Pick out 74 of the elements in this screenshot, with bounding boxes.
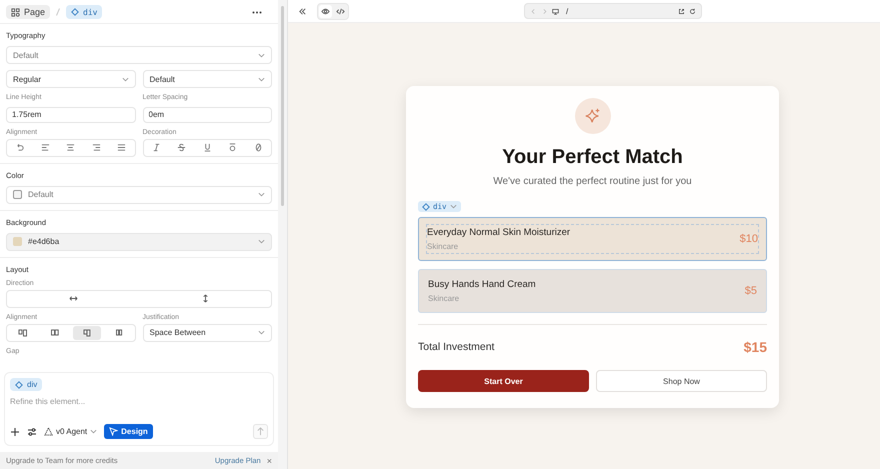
plus-icon[interactable] (10, 426, 20, 436)
more-icon[interactable] (250, 8, 264, 16)
url-path: / (566, 6, 568, 16)
product-name: Busy Hands Hand Cream (428, 279, 537, 290)
chevron-down-icon (258, 192, 265, 197)
view-mode-button[interactable] (319, 4, 332, 18)
code-icon (336, 6, 345, 16)
breadcrumb-item[interactable]: Page (6, 5, 50, 19)
chevron-down-icon (450, 204, 457, 209)
product-name: Everyday Normal Skin Moisturizer (427, 227, 572, 238)
horizontal-arrow-icon[interactable] (68, 294, 78, 303)
product-category: Skincare (427, 242, 460, 251)
chevron-down-icon (258, 239, 265, 244)
no-decoration-icon[interactable] (254, 143, 263, 152)
color-swatch (13, 237, 22, 246)
color-swatch (13, 190, 22, 199)
italic-icon[interactable] (152, 143, 161, 152)
vertical-arrow-icon[interactable] (200, 294, 210, 303)
design-mode-button[interactable]: Design (104, 424, 153, 439)
diamond-icon (15, 380, 23, 388)
total-price: $15 (744, 339, 767, 355)
undo-icon[interactable] (15, 143, 24, 152)
letter-spacing-field[interactable]: 0em (142, 106, 272, 122)
font-select[interactable]: Default (6, 46, 272, 64)
chevron-down-icon (258, 52, 265, 58)
chevron-down-icon (122, 76, 128, 82)
separator-icon (56, 8, 60, 16)
sliders-icon[interactable] (27, 426, 37, 436)
alignment-icon (18, 328, 28, 338)
agent-select[interactable]: v0 Agent (44, 427, 98, 436)
sparkle-icon (584, 107, 602, 125)
cursor-icon (109, 427, 118, 436)
start-over-button[interactable]: Start Over (418, 370, 589, 392)
element-tag: div (10, 378, 42, 391)
chevron-down-icon (90, 429, 98, 434)
triangle-icon (44, 427, 53, 436)
overline-icon[interactable] (228, 143, 238, 152)
product-row[interactable]: Busy Hands Hand Cream Skincare $5 (418, 269, 767, 313)
card-subtitle: We've curated the perfect routine just for you (493, 176, 692, 187)
refresh-icon[interactable] (689, 8, 696, 14)
line-height-field[interactable]: 1.75rem (6, 106, 136, 122)
breadcrumb-item[interactable]: div (66, 5, 102, 19)
shop-now-button[interactable]: Shop Now (596, 370, 767, 392)
product-row[interactable]: Everyday Normal Skin Moisturizer Skincare $10 (418, 217, 767, 261)
align-center-icon[interactable] (66, 143, 76, 152)
alignment-icon (114, 328, 124, 338)
monitor-icon[interactable] (552, 8, 559, 14)
underline-icon[interactable] (202, 143, 212, 152)
chevron-down-icon (258, 330, 265, 335)
chevron-down-icon (258, 76, 265, 82)
external-link-icon[interactable] (678, 8, 685, 14)
weight-select[interactable]: Regular (6, 70, 136, 88)
background-select[interactable]: #e4d6ba (6, 232, 272, 250)
alignment-option[interactable] (72, 326, 101, 340)
card-title: Your Perfect Match (502, 146, 683, 169)
product-price: $5 (744, 285, 757, 297)
alignment-icon (82, 328, 92, 338)
strikethrough-icon[interactable] (177, 143, 186, 152)
arrow-up-icon (256, 427, 265, 436)
size-select[interactable]: Default (142, 70, 272, 88)
align-right-icon[interactable] (92, 143, 101, 152)
eye-icon (321, 6, 330, 16)
total-label: Total Investment (418, 341, 494, 353)
diamond-icon (71, 8, 80, 16)
components-icon (11, 8, 20, 16)
alignment-icon (50, 328, 60, 338)
color-select[interactable]: Default (6, 186, 272, 204)
justification-select[interactable]: Space Between (142, 324, 272, 342)
product-category: Skincare (428, 294, 460, 303)
close-button[interactable]: × (266, 456, 272, 466)
align-left-icon[interactable] (40, 143, 50, 152)
justify-icon[interactable] (117, 143, 126, 152)
diamond-icon (422, 202, 430, 210)
product-price: $10 (740, 233, 758, 245)
